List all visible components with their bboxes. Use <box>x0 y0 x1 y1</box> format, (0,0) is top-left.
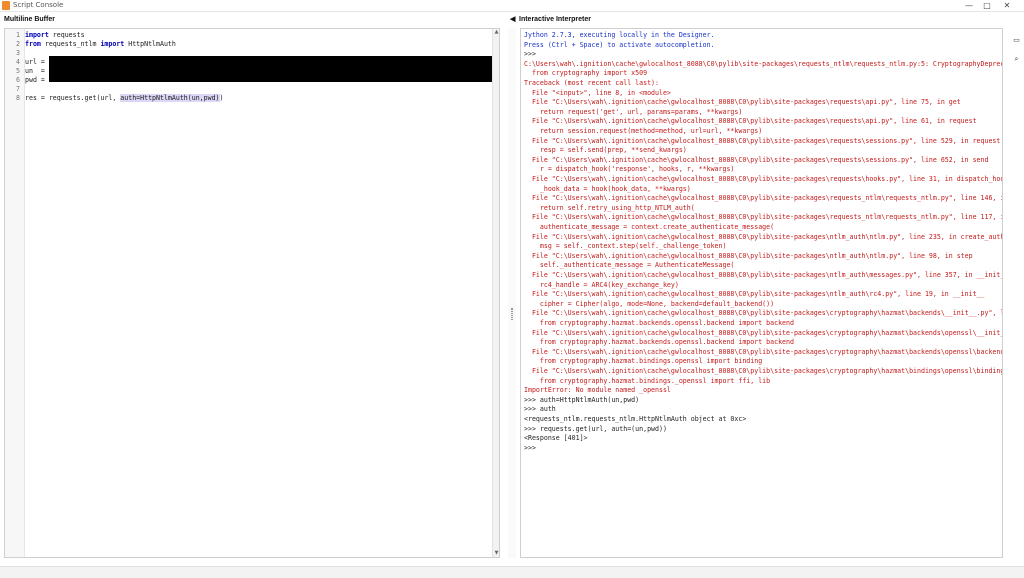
code-selection: auth=HttpNtlmAuth(un,pwd) <box>120 94 220 102</box>
console-output-line: <requests_ntlm.requests_ntlm.HttpNtlmAut… <box>524 415 747 423</box>
line-number: 4 <box>16 58 20 66</box>
editor-vertical-scrollbar[interactable]: ▲ ▼ <box>492 29 499 557</box>
line-number: 2 <box>16 40 20 48</box>
window-title: Script Console <box>13 1 64 9</box>
console-error-line: File "C:\Users\wah\.ignition\cache\gwloc… <box>531 347 1002 356</box>
code-keyword: import <box>100 40 125 48</box>
console-error-line: return request('get', url, params=params… <box>524 107 743 116</box>
console-error-line: _hook_data = hook(hook_data, **kwargs) <box>524 184 691 193</box>
window-titlebar: Script Console — □ ✕ <box>0 0 1024 12</box>
code-token: requests_ntlm <box>40 40 101 48</box>
console-error-line: Traceback (most recent call last): <box>524 79 659 87</box>
console-error-line: ImportError: No module named _openssl <box>524 386 671 395</box>
console-error-line: File "C:\Users\wah\.ignition\cache\gwloc… <box>524 155 989 164</box>
console-error-line: from cryptography.hazmat.backends.openss… <box>524 319 794 327</box>
code-text: un = <box>25 67 49 76</box>
console-output-line: >>> auth=HttpNtlmAuth(un,pwd) <box>524 395 640 404</box>
maximize-button[interactable]: □ <box>978 0 996 12</box>
line-number: 6 <box>16 76 20 84</box>
code-line[interactable]: 8 res = requests.get(url, auth=HttpNtlmAu… <box>5 94 493 103</box>
code-line[interactable]: 2 from requests_ntlm import HttpNtlmAuth <box>5 40 493 49</box>
splitter-grip-icon[interactable] <box>511 308 513 320</box>
console-error-line: File "C:\Users\wah\.ignition\cache\gwloc… <box>531 328 1002 337</box>
console-error-line: File "C:\Users\wah\.ignition\cache\gwloc… <box>531 213 1002 222</box>
console-error-line: return self.retry_using_http_NTLM_auth( <box>524 203 695 212</box>
line-number: 3 <box>16 49 20 57</box>
console-error-line: File "C:\Users\wah\.ignition\cache\gwloc… <box>524 98 961 107</box>
console-error-line: File "C:\Users\wah\.ignition\cache\gwloc… <box>531 367 1002 375</box>
console-error-line: File "C:\Users\wah\.ignition\cache\gwloc… <box>524 136 1001 145</box>
console-error-line: File "C:\Users\wah\.ignition\cache\gwloc… <box>524 117 977 126</box>
code-token: pwd = <box>25 76 49 84</box>
status-bar <box>0 566 1024 578</box>
code-text: url = <box>25 58 49 67</box>
console-info-line: Jython 2.7.3, executing locally in the D… <box>524 31 715 39</box>
console-error-line: return session.request(method=method, ur… <box>524 127 763 135</box>
console-error-line: File "C:\Users\wah\.ignition\cache\gwloc… <box>531 232 1002 241</box>
code-line[interactable]: 7 <box>5 85 493 94</box>
interactive-interpreter-console[interactable]: Jython 2.7.3, executing locally in the D… <box>520 28 1003 558</box>
scroll-up-arrow-icon[interactable]: ▲ <box>493 29 499 36</box>
console-error-line: authenticate_message = context.create_au… <box>524 223 775 231</box>
console-error-line: File "C:\Users\wah\.ignition\cache\gwloc… <box>524 271 1002 279</box>
line-number: 5 <box>16 67 20 75</box>
multiline-buffer-title: Multiline Buffer <box>4 16 55 23</box>
console-error-line: C:\Users\wah\.ignition\cache\gwlocalhost… <box>524 59 1002 68</box>
line-number: 8 <box>16 94 20 102</box>
console-error-line: from cryptography.hazmat.bindings.openss… <box>524 357 763 366</box>
code-token: requests <box>48 31 85 39</box>
console-error-line: resp = self.send(prep, **send_kwargs) <box>524 146 687 155</box>
console-error-line: rc4_handle = ARC4(key_exchange_key) <box>524 280 679 289</box>
console-error-line: File "C:\Users\wah\.ignition\cache\gwloc… <box>524 251 973 260</box>
side-panel-toggle-icon[interactable]: ▭ <box>1012 36 1021 45</box>
console-error-line: File "C:\Users\wah\.ignition\cache\gwloc… <box>524 290 985 299</box>
console-error-line: File "<input>", line 8, in <module> <box>524 88 671 97</box>
app-logo-icon <box>2 1 10 10</box>
interactive-interpreter-title: Interactive Interpreter <box>519 16 591 23</box>
console-error-line: cipher = Cipher(algo, mode=None, backend… <box>524 299 775 308</box>
console-error-line: from cryptography.hazmat.backends.openss… <box>524 338 794 347</box>
line-number: 7 <box>16 85 20 93</box>
scroll-down-arrow-icon[interactable]: ▼ <box>493 550 499 557</box>
code-text: from requests_ntlm import HttpNtlmAuth <box>25 40 176 49</box>
minimize-button[interactable]: — <box>960 0 978 12</box>
console-output-line: >>> <box>524 50 536 59</box>
code-token: un = <box>25 67 49 75</box>
multiline-buffer-editor[interactable]: 1 import requests 2 from requests_ntlm impo… <box>4 28 500 558</box>
console-error-line: File "C:\Users\wah\.ignition\cache\gwloc… <box>531 194 1002 203</box>
code-text: res = requests.get(url, auth=HttpNtlmAut… <box>25 94 224 103</box>
console-error-line: from cryptography.hazmat.bindings._opens… <box>524 376 771 385</box>
console-output-line: >>> auth <box>524 405 556 414</box>
redacted-credentials-block <box>49 56 493 82</box>
console-info-line: Press (Ctrl + Space) to activate autocom… <box>524 40 715 49</box>
code-token: url = <box>25 58 49 66</box>
code-line[interactable]: 1 import requests <box>5 31 493 40</box>
code-token: ) <box>219 94 224 102</box>
side-search-icon[interactable]: ⌕ <box>1012 55 1021 64</box>
console-error-line: self._authenticate_message = Authenticat… <box>524 261 735 270</box>
collapse-pane-arrow-icon[interactable]: ◀ <box>510 15 515 25</box>
console-error-line: msg = self._context.step(self._challenge… <box>524 242 727 251</box>
code-token: res = requests.get(url, <box>25 94 121 102</box>
console-error-line: File "C:\Users\wah\.ignition\cache\gwloc… <box>524 175 1002 183</box>
console-output-line: >>> <box>524 443 536 452</box>
code-text: import requests <box>25 31 85 40</box>
line-number-gutter <box>5 29 25 557</box>
close-button[interactable]: ✕ <box>998 0 1016 12</box>
console-error-line: from cryptography import x509 <box>524 69 648 78</box>
console-output-line: >>> requests.get(url, auth=(un,pwd)) <box>524 424 667 433</box>
code-token: HttpNtlmAuth <box>124 40 176 48</box>
console-error-line: File "C:\Users\wah\.ignition\cache\gwloc… <box>531 309 1002 318</box>
code-keyword: import <box>25 31 49 39</box>
pane-splitter[interactable] <box>508 28 516 558</box>
console-error-line: r = dispatch_hook('response', hooks, r, … <box>524 165 735 174</box>
code-keyword: from <box>25 40 41 48</box>
console-output-line: <Response [401]> <box>524 434 588 443</box>
code-text: pwd = <box>25 76 49 85</box>
line-number: 1 <box>16 31 20 39</box>
